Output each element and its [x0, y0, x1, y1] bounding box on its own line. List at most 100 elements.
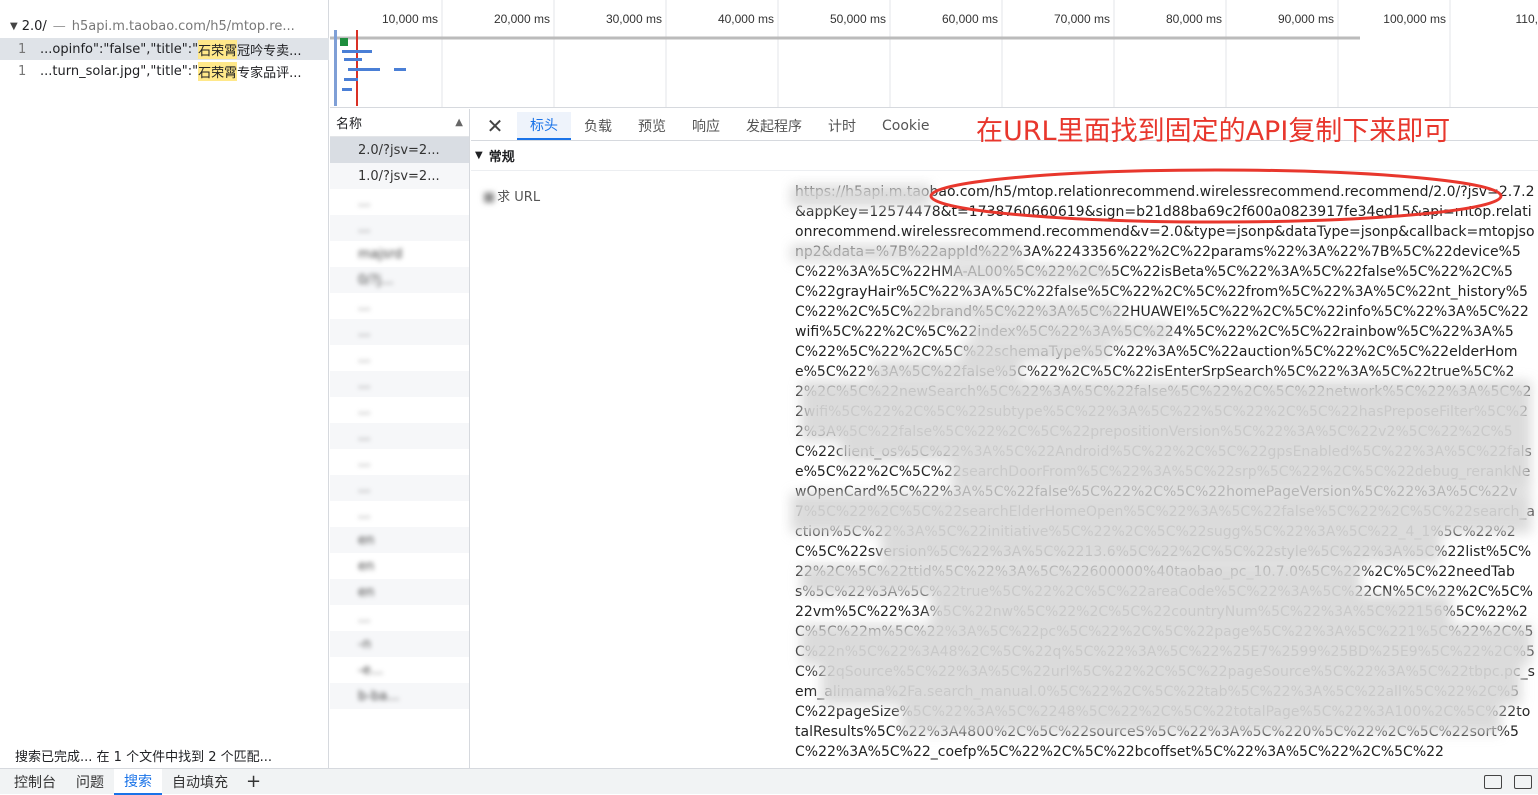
request-name-text: ...	[358, 481, 370, 496]
request-name-text: ...	[358, 429, 370, 444]
tick-label: 10,000 ms	[382, 12, 438, 26]
search-status: 搜索已完成... 在 1 个文件中找到 2 个匹配...	[15, 746, 272, 765]
request-name-text: ...	[358, 325, 370, 340]
request-name-item[interactable]: ...	[330, 423, 469, 449]
tick-label: 50,000 ms	[830, 12, 886, 26]
tick-group: 10,000 ms20,000 ms30,000 ms40,000 ms50,0…	[382, 0, 1538, 108]
detail-tab[interactable]: 响应	[679, 112, 733, 140]
sort-up-icon[interactable]: ▲	[455, 117, 463, 128]
request-name-text: ...	[358, 455, 370, 470]
collapse-arrow-icon[interactable]: ▼	[475, 150, 483, 161]
detail-tab[interactable]: Cookie	[869, 112, 943, 140]
add-tab-icon[interactable]: +	[238, 771, 269, 792]
name-header-label: 名称	[336, 113, 362, 132]
expand-arrow-icon[interactable]: ▼	[10, 21, 18, 32]
request-url-value[interactable]: https://h5api.m.taobao.com/h5/mtop.relat…	[795, 182, 1535, 762]
request-name-item[interactable]: ...	[330, 397, 469, 423]
request-name-item[interactable]: 2.0/?jsv=2...	[330, 137, 469, 163]
request-name-text: ...	[358, 351, 370, 366]
detail-tab[interactable]: 标头	[517, 112, 571, 140]
request-name-item[interactable]: ...	[330, 293, 469, 319]
request-name-text: -e...	[358, 663, 383, 678]
search-match-row[interactable]: 1 ...turn_solar.jpg","title":" 石荣霄 专家品评.…	[0, 60, 329, 82]
range-start-marker	[334, 30, 337, 106]
tick-label: 30,000 ms	[606, 12, 662, 26]
request-name-item[interactable]: en	[330, 553, 469, 579]
file-url: h5api.m.taobao.com/h5/mtop.re...	[72, 19, 295, 34]
request-name-item[interactable]: ...	[330, 215, 469, 241]
request-name-item[interactable]: ...	[330, 475, 469, 501]
request-name-text: b-ba...	[358, 689, 400, 704]
request-name-item[interactable]: ...	[330, 605, 469, 631]
waterfall-chart: 10,000 ms20,000 ms30,000 ms40,000 ms50,0…	[330, 0, 1538, 108]
match-highlight: 石荣霄	[198, 40, 237, 59]
request-bar	[348, 68, 380, 71]
request-name-item[interactable]: -n	[330, 631, 469, 657]
request-name-item[interactable]: b-ba...	[330, 683, 469, 709]
request-name-item[interactable]: en	[330, 579, 469, 605]
drawer-icons	[1484, 775, 1538, 789]
request-name-item[interactable]: ...	[330, 501, 469, 527]
drawer-tab[interactable]: 问题	[66, 769, 114, 795]
drawer-tab[interactable]: 自动填充	[162, 769, 238, 795]
tick-label: 110,000	[1516, 12, 1538, 26]
search-match-row[interactable]: 1 ...opinfo":"false","title":" 石荣霄 冠吟专卖.…	[0, 38, 329, 60]
match-line-number: 1	[18, 64, 40, 79]
request-name-item[interactable]: 1.0/?jsv=2...	[330, 163, 469, 189]
request-name-item[interactable]: 0/?j...	[330, 267, 469, 293]
request-name-item[interactable]: majsrd	[330, 241, 469, 267]
tick-label: 70,000 ms	[1054, 12, 1110, 26]
dock-icon[interactable]	[1484, 775, 1502, 789]
detail-tab[interactable]: 预览	[625, 112, 679, 140]
request-name-text: en	[358, 559, 374, 574]
request-name-item[interactable]: en	[330, 527, 469, 553]
search-file-row[interactable]: ▼ 2.0/ — h5api.m.taobao.com/h5/mtop.re..…	[0, 16, 329, 36]
request-name-list: 名称 ▲ 2.0/?jsv=2... 1.0/?jsv=2......... maj…	[330, 109, 470, 768]
request-name-text: en	[358, 533, 374, 548]
tick-label: 80,000 ms	[1166, 12, 1222, 26]
request-bar	[342, 50, 372, 53]
tick-label: 90,000 ms	[1278, 12, 1334, 26]
label-blur-mark: ■	[483, 190, 493, 205]
request-name-item[interactable]: ...	[330, 371, 469, 397]
file-name: 2.0/	[22, 19, 47, 34]
request-name-item[interactable]: -e...	[330, 657, 469, 683]
request-bar	[394, 68, 406, 71]
request-name-text: ...	[358, 195, 370, 210]
close-drawer-icon[interactable]	[1514, 775, 1532, 789]
drawer-tab[interactable]: 控制台	[4, 769, 66, 795]
match-text-before: ...opinfo":"false","title":"	[40, 42, 198, 57]
request-name-item[interactable]: ...	[330, 189, 469, 215]
section-title: 常规	[489, 146, 515, 165]
request-bar	[344, 78, 358, 81]
request-name-text: ...	[358, 299, 370, 314]
match-text-after: 冠吟专卖...	[237, 40, 301, 59]
request-bar	[340, 38, 348, 46]
network-waterfall-overview[interactable]: 10,000 ms20,000 ms30,000 ms40,000 ms50,0…	[330, 0, 1538, 108]
request-name-text: 1.0/?jsv=2...	[358, 169, 440, 184]
name-column-header[interactable]: 名称 ▲	[330, 109, 469, 137]
request-url-label: ■ 求 URL	[483, 186, 540, 205]
detail-tab[interactable]: 发起程序	[733, 112, 815, 140]
request-name-text: 0/?j...	[358, 273, 394, 288]
request-name-text: 2.0/?jsv=2...	[358, 143, 440, 158]
tick-label: 20,000 ms	[494, 12, 550, 26]
request-name-item[interactable]: ...	[330, 345, 469, 371]
request-name-text: ...	[358, 507, 370, 522]
request-name-item[interactable]: ...	[330, 449, 469, 475]
tick-label: 60,000 ms	[942, 12, 998, 26]
drawer-tab[interactable]: 搜索	[114, 769, 162, 795]
match-text-before: ...turn_solar.jpg","title":"	[40, 64, 198, 79]
request-name-item[interactable]: ...	[330, 319, 469, 345]
detail-tab[interactable]: 负载	[571, 112, 625, 140]
request-name-text: ...	[358, 611, 370, 626]
request-detail-panel: ✕ 标头负载预览响应发起程序计时Cookie 在URL里面找到固定的API复制下…	[471, 109, 1538, 768]
drawer-tabs: 控制台问题搜索自动填充	[4, 769, 238, 795]
request-name-text: en	[358, 585, 374, 600]
search-results-panel: ▼ 2.0/ — h5api.m.taobao.com/h5/mtop.re..…	[0, 0, 329, 768]
close-icon[interactable]: ✕	[483, 112, 507, 140]
detail-tab[interactable]: 计时	[815, 112, 869, 140]
request-name-text: ...	[358, 221, 370, 236]
request-bar	[344, 58, 362, 61]
detail-tabs: 标头负载预览响应发起程序计时Cookie	[517, 112, 943, 140]
